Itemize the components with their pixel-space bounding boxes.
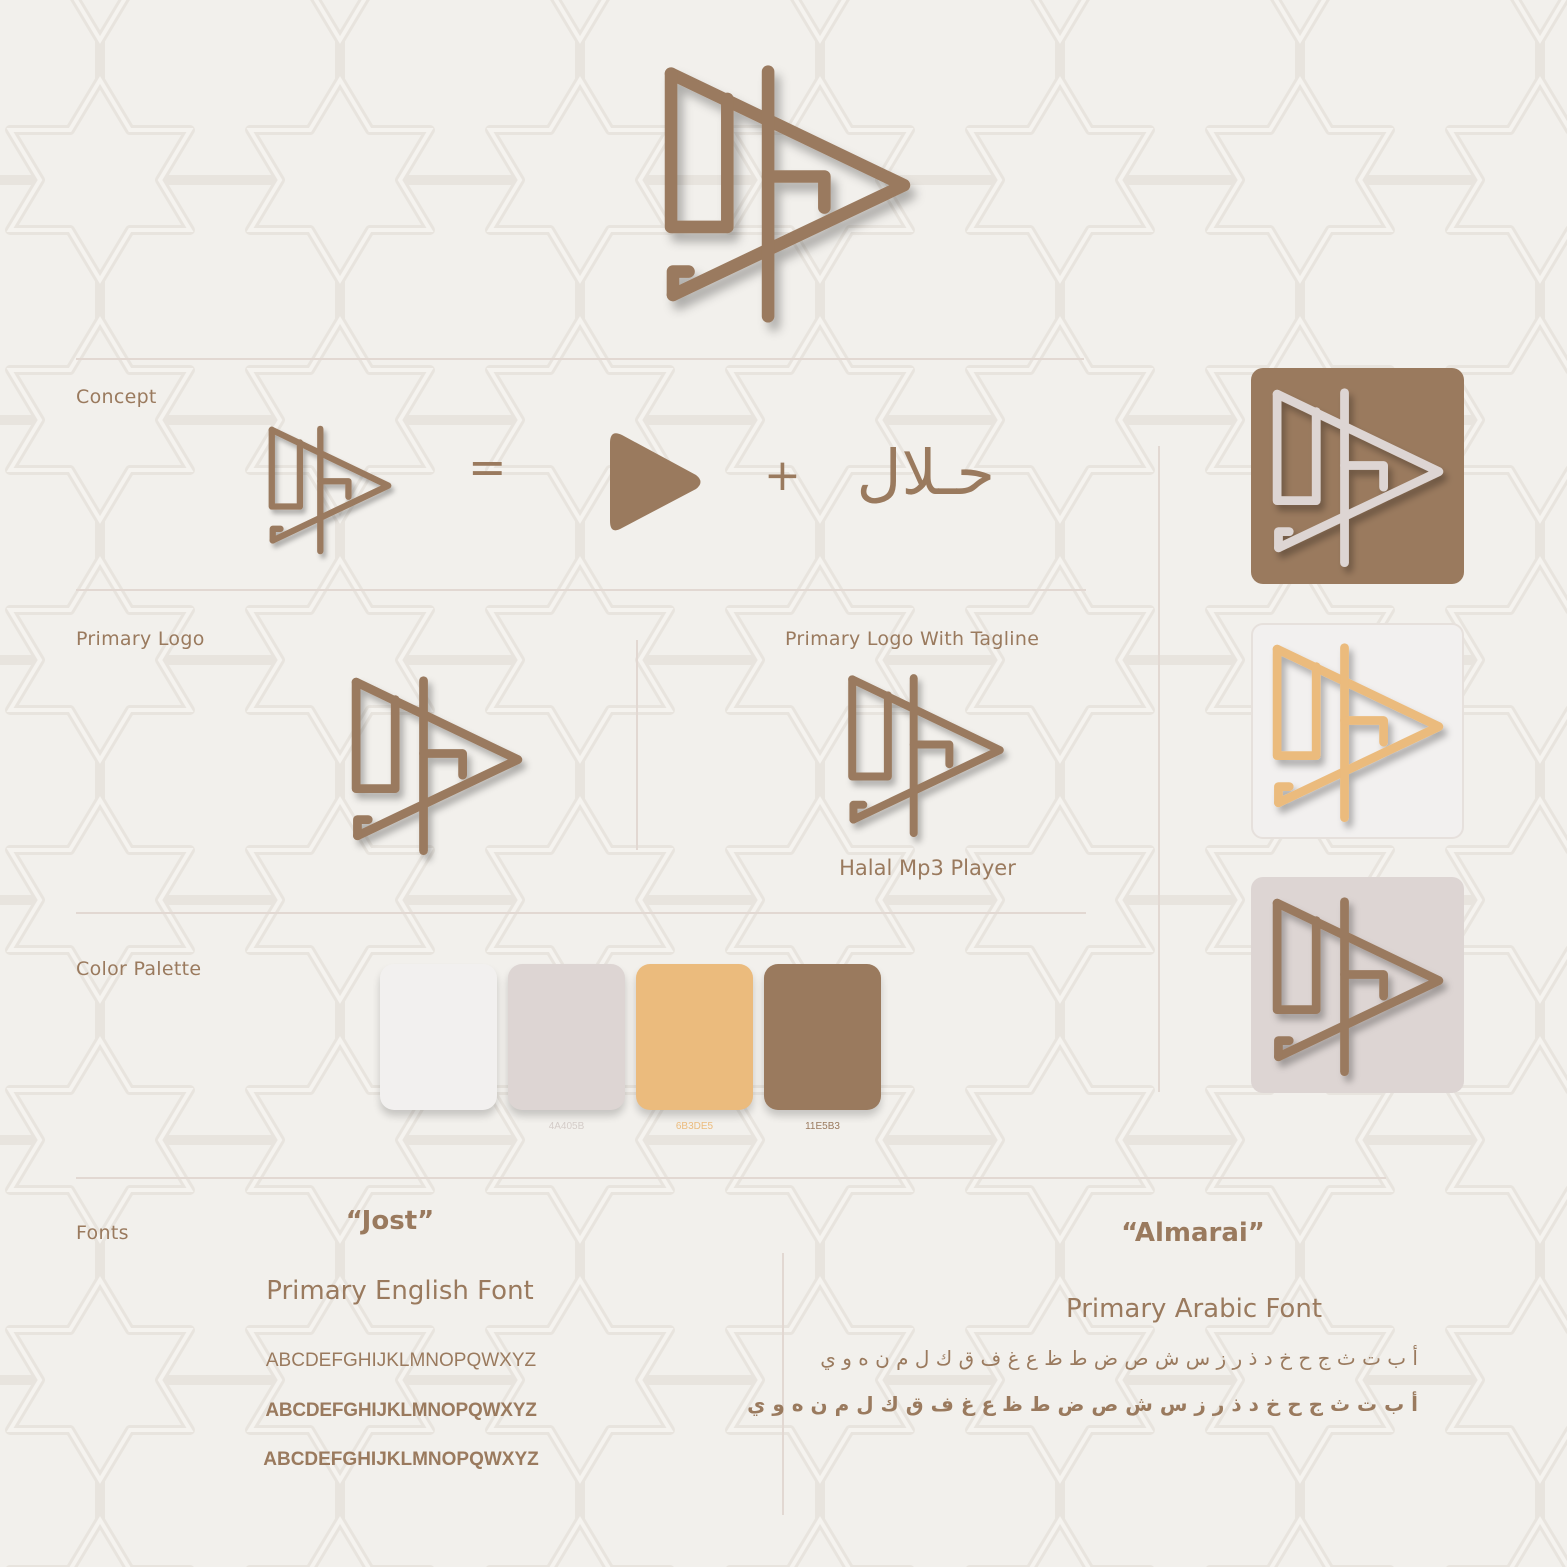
english-sample-bold: ABCDEFGHIJKLMNOPQWXYZ	[263, 1449, 539, 1470]
section-label-concept: Concept	[76, 386, 157, 408]
primary-logo	[348, 674, 526, 856]
arabic-sample-bold: أ ب ت ث ج ح خ د ذ ر ز س ش ص ض ط ظ ع غ ف …	[747, 1392, 1418, 1416]
section-label-color-palette: Color Palette	[76, 958, 202, 980]
equals-sign: =	[468, 440, 507, 494]
concept-logo	[266, 424, 394, 555]
section-label-primary-logo-tagline: Primary Logo With Tagline	[785, 628, 1040, 650]
logo-tile-white	[1251, 623, 1464, 839]
swatch-code-gold: 6B3DE5	[675, 1121, 714, 1132]
swatch-code-taupe: 4A405B	[548, 1121, 585, 1132]
swatch-brown	[764, 964, 881, 1110]
section-label-fonts: Fonts	[76, 1222, 129, 1244]
plus-sign: +	[764, 450, 801, 501]
logo-tile-taupe	[1251, 877, 1464, 1093]
divider-vertical-fonts	[782, 1253, 784, 1515]
english-sample-medium: ABCDEFGHIJKLMNOPQWXYZ	[265, 1400, 537, 1421]
english-font-role: Primary English Font	[266, 1276, 534, 1306]
arabic-font-role: Primary Arabic Font	[1065, 1294, 1323, 1324]
english-sample-regular: ABCDEFGHIJKLMNOPQWXYZ	[265, 1350, 537, 1371]
divider-top	[76, 358, 1084, 360]
section-label-primary-logo: Primary Logo	[76, 628, 205, 650]
arabic-sample-regular: أ ب ت ث ج ح خ د ذ ر ز س ش ص ض ط ظ ع غ ف …	[820, 1346, 1418, 1370]
divider-vertical-logo	[636, 640, 638, 850]
divider-concept	[76, 589, 1086, 591]
divider-vertical-right	[1158, 446, 1160, 1092]
concept-arabic-word: حـلال	[856, 436, 995, 509]
logo-tile-taupe-mark	[1269, 895, 1447, 1077]
swatch-taupe	[508, 964, 625, 1110]
tagline-text: Halal Mp3 Player	[839, 856, 1016, 880]
swatch-gold	[636, 964, 753, 1110]
divider-palette	[76, 1177, 1386, 1179]
swatch-white	[380, 964, 497, 1110]
primary-logo-with-tagline	[845, 672, 1007, 838]
english-font-name: “Jost”	[345, 1206, 435, 1236]
divider-logo	[76, 912, 1086, 914]
arabic-font-name: “Almarai”	[1121, 1218, 1265, 1248]
play-icon	[610, 433, 701, 531]
logo-tile-brown	[1251, 368, 1464, 584]
logo-tile-white-mark	[1269, 641, 1447, 823]
hero-logo	[660, 62, 915, 324]
swatch-code-brown: 11E5B3	[805, 1121, 840, 1132]
logo-tile-brown-mark	[1269, 386, 1447, 568]
